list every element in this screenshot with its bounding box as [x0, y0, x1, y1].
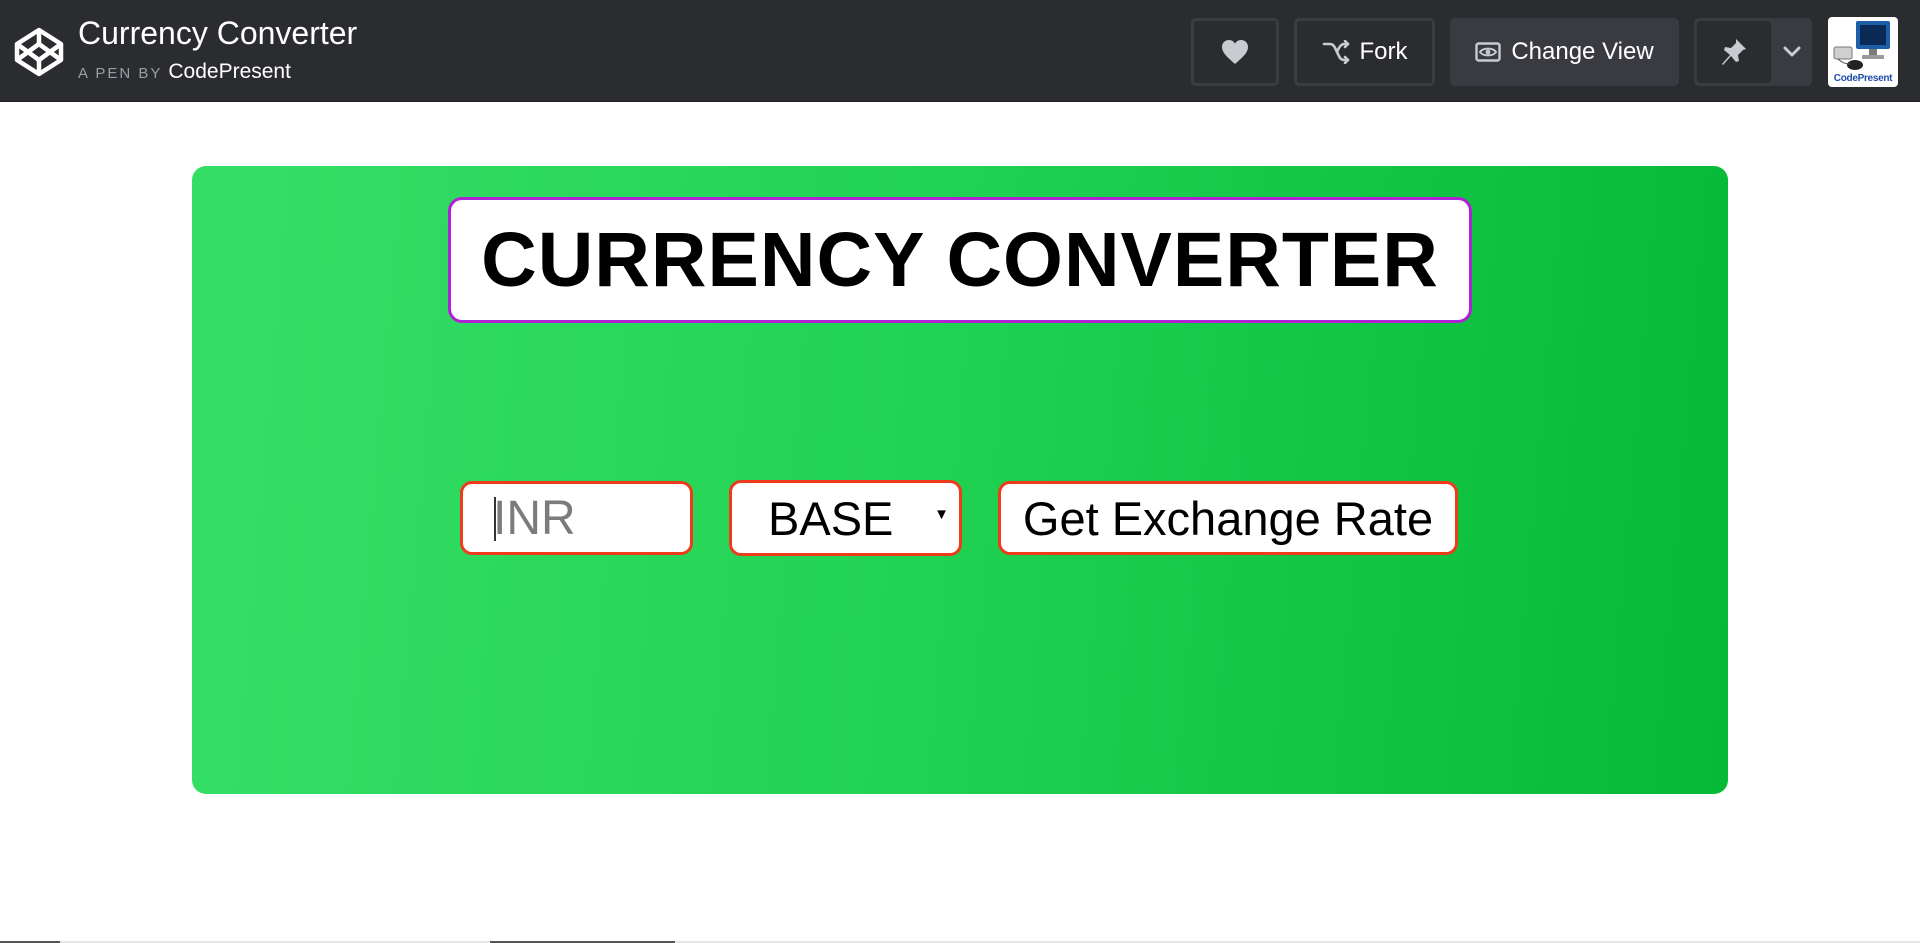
base-select-value: BASE: [768, 492, 894, 545]
pen-title: Currency Converter: [78, 15, 358, 51]
heart-icon: [1222, 40, 1248, 64]
change-view-label: Change View: [1511, 38, 1654, 65]
base-currency-select[interactable]: BASE ▼: [729, 480, 962, 556]
codepen-logo-icon[interactable]: [14, 27, 64, 77]
author-link[interactable]: CodePresent: [168, 60, 291, 83]
eye-icon: [1475, 42, 1502, 62]
select-arrow-icon: ▼: [934, 506, 949, 523]
pin-button-group: [1694, 18, 1812, 86]
fork-button[interactable]: Fork: [1294, 18, 1435, 86]
byline-prefix: A PEN BY: [78, 65, 163, 82]
converter-card: CURRENCY CONVERTER BASE ▼ Get Exchange R…: [192, 166, 1728, 794]
like-button[interactable]: [1191, 18, 1279, 86]
text-caret: [494, 497, 496, 541]
pin-icon: [1722, 39, 1746, 65]
fork-label: Fork: [1359, 38, 1408, 65]
codepen-header: Currency Converter A PEN BY CodePresent F…: [0, 0, 1920, 102]
chevron-down-icon: [1783, 46, 1801, 57]
avatar-label: CodePresent: [1833, 73, 1893, 84]
get-exchange-rate-button[interactable]: Get Exchange Rate: [998, 481, 1458, 555]
converter-heading: CURRENCY CONVERTER: [481, 216, 1439, 303]
pin-dropdown-button[interactable]: [1774, 21, 1810, 83]
fork-icon: [1322, 40, 1349, 64]
pin-button[interactable]: [1697, 21, 1771, 83]
heading-box: CURRENCY CONVERTER: [448, 197, 1472, 323]
pen-byline: A PEN BY CodePresent: [78, 60, 291, 86]
user-avatar[interactable]: CodePresent: [1828, 17, 1898, 87]
change-view-button[interactable]: Change View: [1450, 18, 1679, 86]
